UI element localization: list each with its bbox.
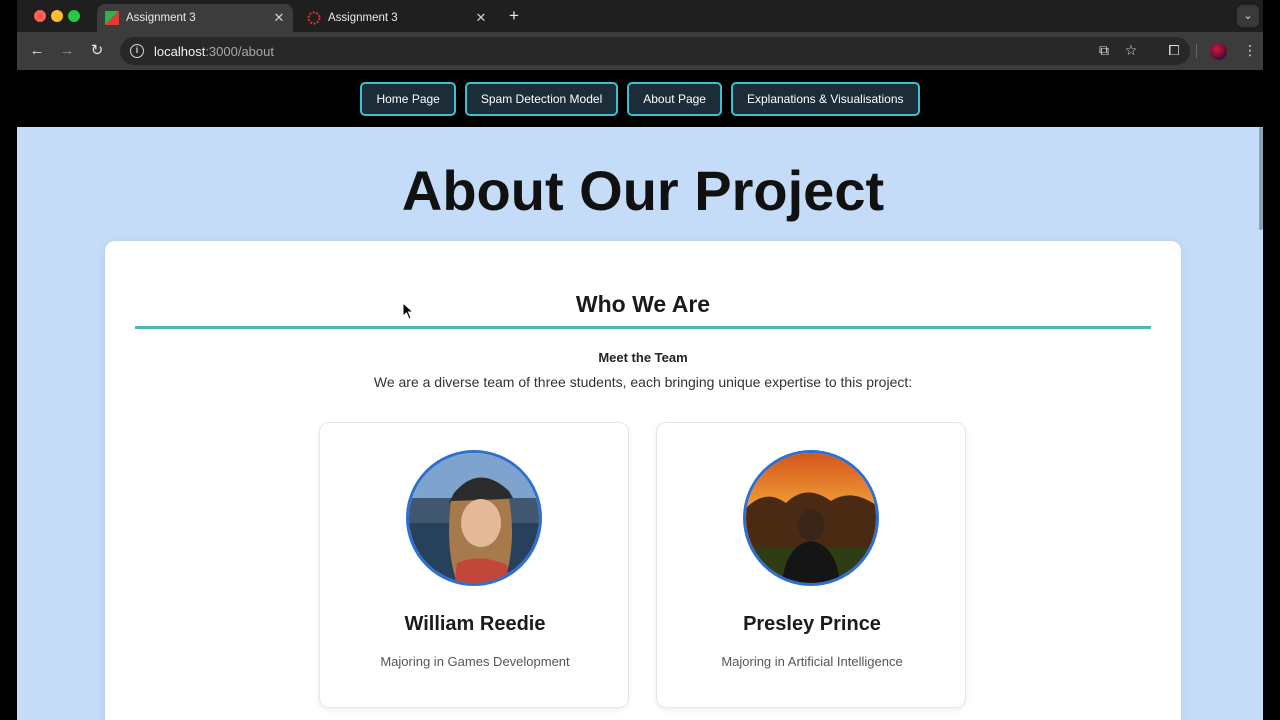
red-spinner-favicon-icon	[307, 11, 321, 25]
bookmark-star-icon[interactable]: ☆	[1122, 41, 1140, 59]
address-bar[interactable]: i localhost:3000/about	[120, 37, 1190, 65]
nav-link-home[interactable]: Home Page	[360, 81, 456, 116]
kebab-menu-icon[interactable]: ⋮	[1241, 41, 1259, 59]
team-member-card: Presley Prince Majoring in Artificial In…	[656, 422, 966, 708]
nav-link-explanations[interactable]: Explanations & Visualisations	[730, 81, 920, 116]
minimize-window-button[interactable]	[51, 10, 63, 22]
site-info-icon[interactable]: i	[130, 44, 144, 58]
section-heading: Who We Are	[575, 291, 711, 317]
member-photo	[743, 450, 879, 586]
site-navigation: Home Page Spam Detection Model About Pag…	[17, 70, 1263, 127]
member-major: Majoring in Artificial Intelligence	[721, 654, 903, 669]
member-major: Majoring in Games Development	[380, 654, 570, 669]
browser-toolbar: ← → ↻ i localhost:3000/about ⧉ ☆ ⧠ ⋮	[17, 32, 1263, 70]
member-name: William Reedie	[404, 613, 546, 635]
browser-window: Assignment 3 ✕ Assignment 3 ✕ + ⌄ ← → ↻ …	[17, 0, 1263, 720]
url-path: :3000/about	[205, 43, 274, 59]
nav-link-about[interactable]: About Page	[627, 81, 722, 116]
extensions-puzzle-icon[interactable]: ⧠	[1165, 41, 1183, 59]
install-app-icon[interactable]: ⧉	[1095, 41, 1113, 59]
back-arrow-icon[interactable]: ←	[27, 41, 47, 61]
tab-title: Assignment 3	[126, 12, 196, 24]
mouse-cursor-icon	[402, 302, 414, 320]
team-heading: Meet the Team	[598, 350, 688, 365]
toolbar-divider	[1196, 44, 1197, 58]
member-photo	[406, 450, 542, 586]
maximize-window-button[interactable]	[68, 10, 80, 22]
browser-tab-1[interactable]: Assignment 3 ✕	[97, 4, 293, 32]
tab-close-icon[interactable]: ✕	[271, 10, 287, 26]
tab-close-icon[interactable]: ✕	[473, 10, 489, 26]
team-intro: We are a diverse team of three students,…	[373, 374, 913, 390]
page-title: About Our Project	[401, 159, 885, 222]
page-viewport: Home Page Spam Detection Model About Pag…	[17, 70, 1263, 720]
url-host: localhost	[154, 43, 206, 59]
reload-icon[interactable]: ↻	[87, 41, 107, 61]
tab-bar: Assignment 3 ✕ Assignment 3 ✕ + ⌄	[17, 0, 1263, 32]
browser-tab-2[interactable]: Assignment 3 ✕	[299, 4, 495, 32]
team-member-card: William Reedie Majoring in Games Develop…	[319, 422, 629, 708]
tab-title: Assignment 3	[328, 12, 398, 24]
close-window-button[interactable]	[34, 10, 46, 22]
member-name: Presley Prince	[743, 613, 881, 635]
page-scrollbar[interactable]	[1259, 127, 1263, 230]
profile-avatar[interactable]	[1210, 43, 1227, 60]
brand-favicon-icon	[105, 11, 119, 25]
chevron-down-icon[interactable]: ⌄	[1237, 5, 1259, 27]
nav-link-spam-detection[interactable]: Spam Detection Model	[464, 81, 619, 116]
forward-arrow-icon[interactable]: →	[57, 41, 77, 61]
about-card: Who We Are Meet the Team We are a divers…	[105, 241, 1181, 720]
section-divider	[135, 326, 1151, 329]
new-tab-icon[interactable]: +	[503, 6, 525, 26]
